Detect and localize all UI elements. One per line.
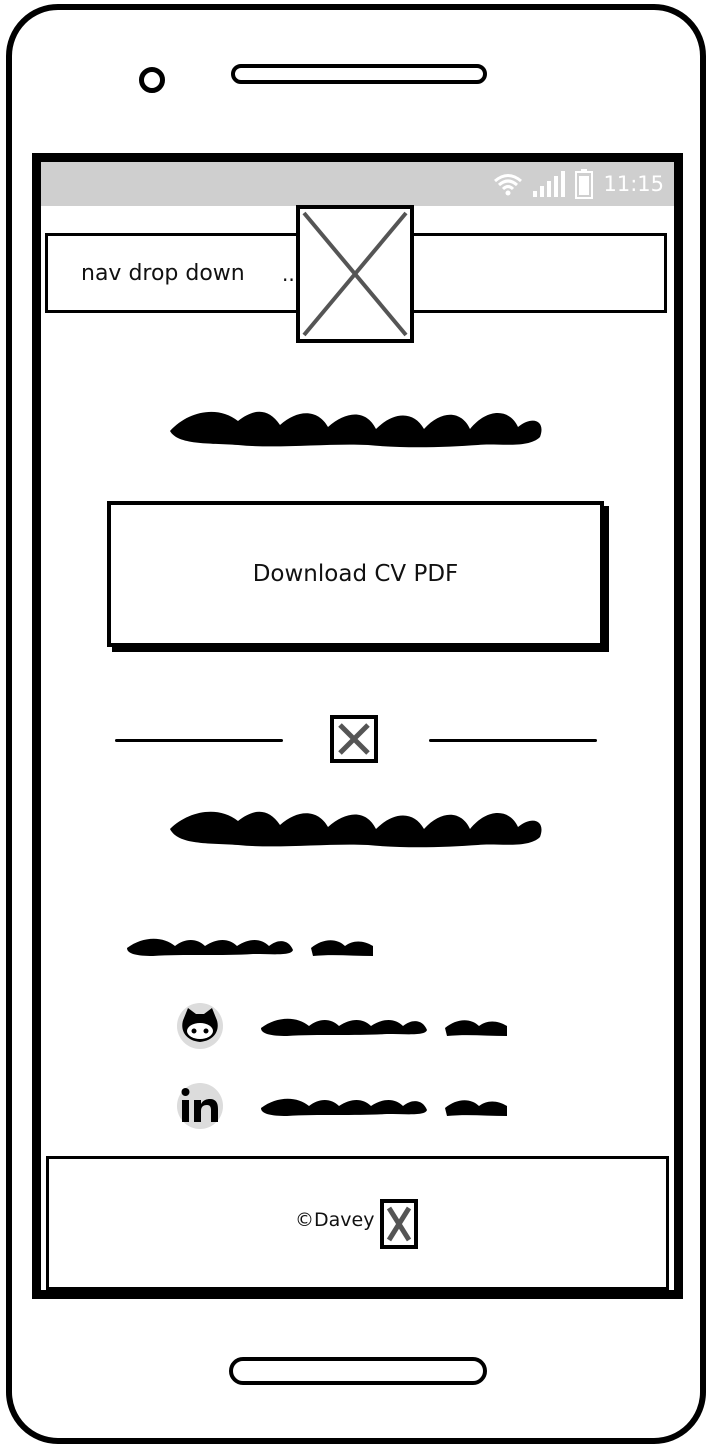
divider-left [115,739,283,742]
footer: ©Davey [46,1156,669,1290]
status-time: 11:15 [603,172,664,196]
github-icon[interactable] [176,1002,224,1050]
status-bar: 11:15 [41,162,674,206]
download-cv-button[interactable]: Download CV PDF [107,501,604,647]
subheading-scribble [170,811,542,848]
nav-overflow-dots: .. [282,262,295,286]
status-icons: 11:15 [493,168,664,200]
linkedin-link-scribble[interactable] [257,1090,512,1120]
linkedin-icon[interactable] [176,1082,224,1130]
signal-icon [533,171,566,197]
image-placeholder-icon [302,211,408,337]
phone-screen: 11:15 nav drop down .. Download CV PDF ©… [32,153,683,1299]
wifi-icon [494,174,523,196]
image-placeholder-icon [338,723,370,755]
divider-right [429,739,597,742]
divider-image-placeholder [330,715,378,763]
text-line-scribble [127,938,373,956]
battery-icon [575,169,594,199]
speaker-grille [231,64,487,84]
footer-copyright: ©Davey [295,1209,375,1231]
camera-icon [139,67,165,93]
image-placeholder-icon [386,1206,412,1242]
nav-dropdown-label: nav drop down [81,261,245,286]
home-button[interactable] [229,1357,487,1385]
github-link-scribble[interactable] [257,1010,512,1040]
logo-image-placeholder [296,205,414,343]
heading-scribble [170,411,542,448]
footer-image-placeholder [380,1199,418,1249]
